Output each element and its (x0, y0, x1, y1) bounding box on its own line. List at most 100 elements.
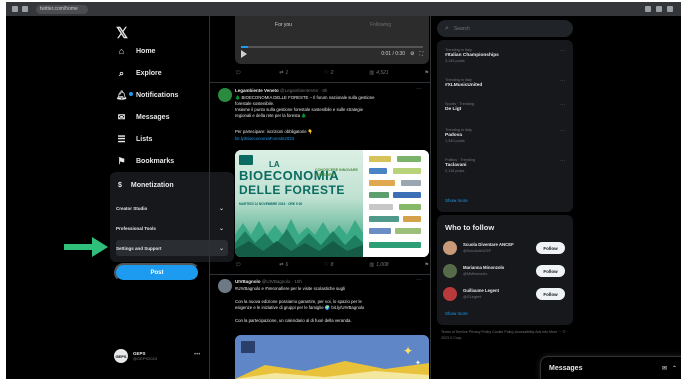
more-icon[interactable]: ··· (416, 277, 422, 283)
reload-icon[interactable] (22, 6, 28, 12)
tweet-handle: @LegambienteVen · 8h (280, 88, 328, 93)
like-button[interactable]: ♡ 8 (324, 262, 333, 268)
bookmark-icon[interactable]: ⚑ (424, 262, 428, 268)
views-button[interactable]: ▥ 4,521 (369, 70, 388, 76)
sponsor-logo (369, 180, 395, 186)
avatar (443, 264, 457, 278)
envelope-icon: ✉ (117, 111, 126, 122)
tweet-image[interactable]: ✦ ✦ (235, 335, 429, 379)
follow-button[interactable]: Follow (536, 265, 565, 277)
new-message-icon[interactable]: ✉ (662, 365, 667, 372)
video-player[interactable]: For you Following 0:01 / 0:30 ⚙ ⛶ (235, 16, 429, 64)
follow-button[interactable]: Follow (536, 288, 565, 300)
trend-item[interactable]: Trending in Italy Padova 1,340 posts ··· (445, 128, 565, 143)
trend-name: #Italian Championships (445, 53, 499, 58)
video-time: 0:01 / 0:30 (381, 51, 405, 57)
tweet-text-line: Con la partecipazione, un calendario al … (235, 318, 352, 323)
trend-name: Taclavani (445, 163, 467, 168)
sponsor-logo (369, 242, 421, 248)
tweet-author[interactable]: Legambiente Veneto (235, 88, 279, 93)
tweet-link[interactable]: bit.ly/BioeconomiaForeste2023 (235, 136, 425, 142)
extension-icon[interactable] (645, 6, 651, 12)
menu-icon[interactable] (667, 6, 673, 12)
nav-notifications-label: Notifications (136, 91, 179, 99)
event-poster-image[interactable]: LA BIOECONOMIA DELLE FORESTE CONOSCERE I… (235, 150, 429, 257)
browser-toolbar: twitter.com/home (6, 2, 681, 16)
play-icon[interactable] (241, 50, 247, 58)
nav-bookmarks[interactable]: ⚑ Bookmarks (116, 152, 174, 170)
suggested-account[interactable]: Guillaume Legent @GLegent Follow (443, 285, 569, 305)
search-input[interactable] (453, 25, 554, 32)
nav-notifications[interactable]: 🔔︎ Notifications (116, 86, 179, 104)
show-more-link[interactable]: Show more (445, 198, 468, 203)
tweet-image-illustration: ✦ ✦ (235, 335, 429, 379)
suggested-account[interactable]: Scuola Diventare ANCEF @ScuolaANCEF Foll… (443, 239, 569, 259)
more-icon[interactable]: ··· (560, 48, 565, 54)
follow-button[interactable]: Follow (536, 242, 565, 254)
suggested-handle: @MMinonzolo (463, 272, 488, 276)
reply-button[interactable]: 💬︎ (235, 262, 243, 268)
sponsor-logo (401, 180, 421, 186)
poster-logo (239, 155, 253, 165)
account-switcher[interactable]: GEPS GEPS @GEPS2023 ••• (114, 349, 200, 363)
suggested-name: Scuola Diventare ANCEF (463, 242, 514, 247)
nav-home[interactable]: ⌂ Home (116, 42, 156, 60)
search-icon: ⌕ (445, 24, 449, 32)
footer-links[interactable]: Terms of Service Privacy Policy Cookie P… (441, 329, 571, 341)
bookmark-icon[interactable]: ⚑ (424, 70, 428, 76)
more-icon[interactable]: ••• (194, 352, 200, 358)
trend-item[interactable]: Trending in Italy #XLMusicUnited ··· (445, 78, 565, 89)
video-progress-bar[interactable] (241, 46, 423, 48)
who-to-follow-panel: Who to follow Scuola Diventare ANCEF @Sc… (437, 215, 573, 325)
messages-drawer[interactable]: Messages ✉ ⌃ (540, 356, 681, 379)
repost-button[interactable]: ⇄ 6 (279, 262, 288, 268)
expand-icon[interactable]: ⌃ (672, 365, 677, 372)
suggested-account[interactable]: Marianna Minonzolo @MMinonzolo Follow (443, 262, 569, 282)
annotation-arrow-icon (64, 237, 108, 257)
trend-item[interactable]: Sports · Trending De Ligt ··· (445, 102, 565, 113)
like-button[interactable]: ♡ 2 (324, 70, 333, 76)
views-button[interactable]: ▥ 1,008 (369, 262, 388, 268)
sponsor-logo (399, 204, 421, 210)
x-logo-icon[interactable]: 𝕏 (116, 24, 128, 42)
search-icon: ⌕ (118, 67, 125, 78)
trend-item[interactable]: Politics · Trending Taclavani 2,118 post… (445, 158, 565, 173)
poster-subtitle: CONOSCERE INNOVARE INVESTIRE (315, 168, 358, 177)
sponsor-logo (403, 216, 421, 222)
messages-title: Messages (549, 364, 583, 372)
more-icon[interactable]: ··· (560, 78, 565, 84)
tab-following[interactable]: Following (332, 22, 429, 28)
more-icon[interactable]: ··· (560, 158, 565, 164)
tweet-author[interactable]: UIVBagnolo (235, 279, 261, 284)
trend-context: Trending in Italy (445, 78, 472, 82)
more-icon[interactable]: ··· (560, 128, 565, 134)
settings-icon[interactable]: ⚙ (410, 51, 414, 57)
nav-explore[interactable]: ⌕ Explore (116, 64, 162, 82)
monetization-title: Monetization (130, 182, 174, 189)
url-text: twitter.com/home (40, 6, 78, 12)
sponsor-logo (393, 192, 421, 198)
nav-messages[interactable]: ✉ Messages (116, 108, 170, 126)
fullscreen-icon[interactable]: ⛶ (419, 51, 423, 57)
sponsor-logo (369, 204, 393, 210)
more-icon[interactable]: ··· (560, 102, 565, 108)
back-icon[interactable] (12, 6, 18, 12)
profile-icon[interactable] (656, 6, 662, 12)
reply-button[interactable]: 💬︎ (235, 70, 243, 76)
x-app: 𝕏 ⌂ Home ⌕ Explore 🔔︎ Notifications ✉ Me… (6, 16, 681, 379)
trend-context: Sports · Trending (445, 102, 475, 106)
avatar[interactable] (218, 279, 232, 293)
monetization-header[interactable]: $ Monetization (118, 182, 174, 189)
show-more-link[interactable]: Show more (445, 311, 468, 316)
search-box[interactable]: ⌕ (437, 20, 573, 37)
address-bar[interactable]: twitter.com/home (36, 4, 88, 14)
trends-panel: Trending in Italy #Italian Championships… (437, 40, 573, 212)
more-icon[interactable]: ··· (416, 86, 422, 92)
post-button[interactable]: Post (114, 263, 200, 282)
trend-item[interactable]: Trending in Italy #Italian Championships… (445, 48, 565, 63)
nav-lists[interactable]: ☰ Lists (116, 130, 152, 148)
tweet-text-line: esigenze e le iniziative di gruppi per l… (235, 305, 365, 310)
tab-for-you[interactable]: For you (235, 22, 332, 28)
avatar[interactable] (218, 88, 232, 102)
repost-button[interactable]: ⇄ 1 (279, 70, 288, 76)
